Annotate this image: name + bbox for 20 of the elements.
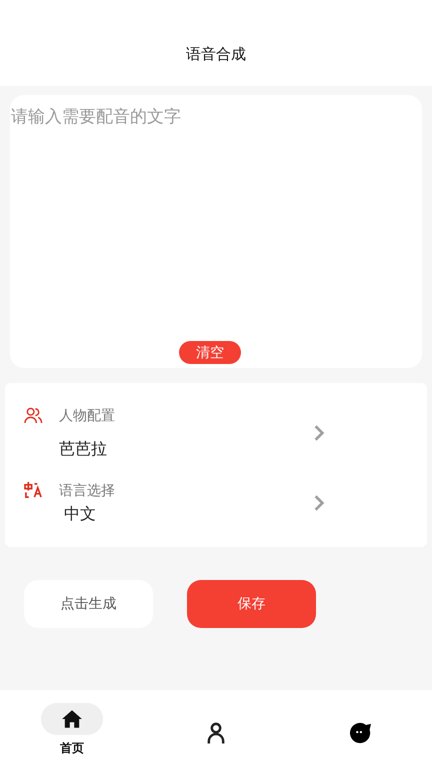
setting-value: 中文 bbox=[64, 504, 97, 524]
save-button[interactable]: 保存 bbox=[187, 580, 316, 628]
setting-row[interactable]: 语言选择 中文 bbox=[5, 469, 427, 537]
nav-tab[interactable]: 首页 bbox=[41, 703, 103, 768]
text-area[interactable]: 请输入需要配音的文字 清空 bbox=[10, 95, 422, 368]
setting-label: 语言选择 bbox=[59, 482, 115, 500]
home-icon bbox=[61, 708, 83, 730]
page-title: 语音合成 bbox=[186, 45, 246, 64]
setting-label: 人物配置 bbox=[59, 406, 115, 424]
setting-value: 芭芭拉 bbox=[59, 438, 108, 460]
generate-button[interactable]: 点击生成 bbox=[24, 580, 153, 628]
chat-bubble-icon bbox=[349, 722, 371, 744]
translate-icon bbox=[24, 482, 43, 499]
person-icon bbox=[205, 722, 227, 744]
people-icon bbox=[24, 407, 43, 424]
setting-row[interactable]: 人物配置 芭芭拉 bbox=[5, 397, 427, 469]
chevron-right-icon bbox=[313, 424, 325, 442]
clear-button[interactable]: 清空 bbox=[179, 341, 241, 364]
chevron-right-icon bbox=[313, 494, 325, 512]
tab-label: 首页 bbox=[60, 740, 84, 757]
